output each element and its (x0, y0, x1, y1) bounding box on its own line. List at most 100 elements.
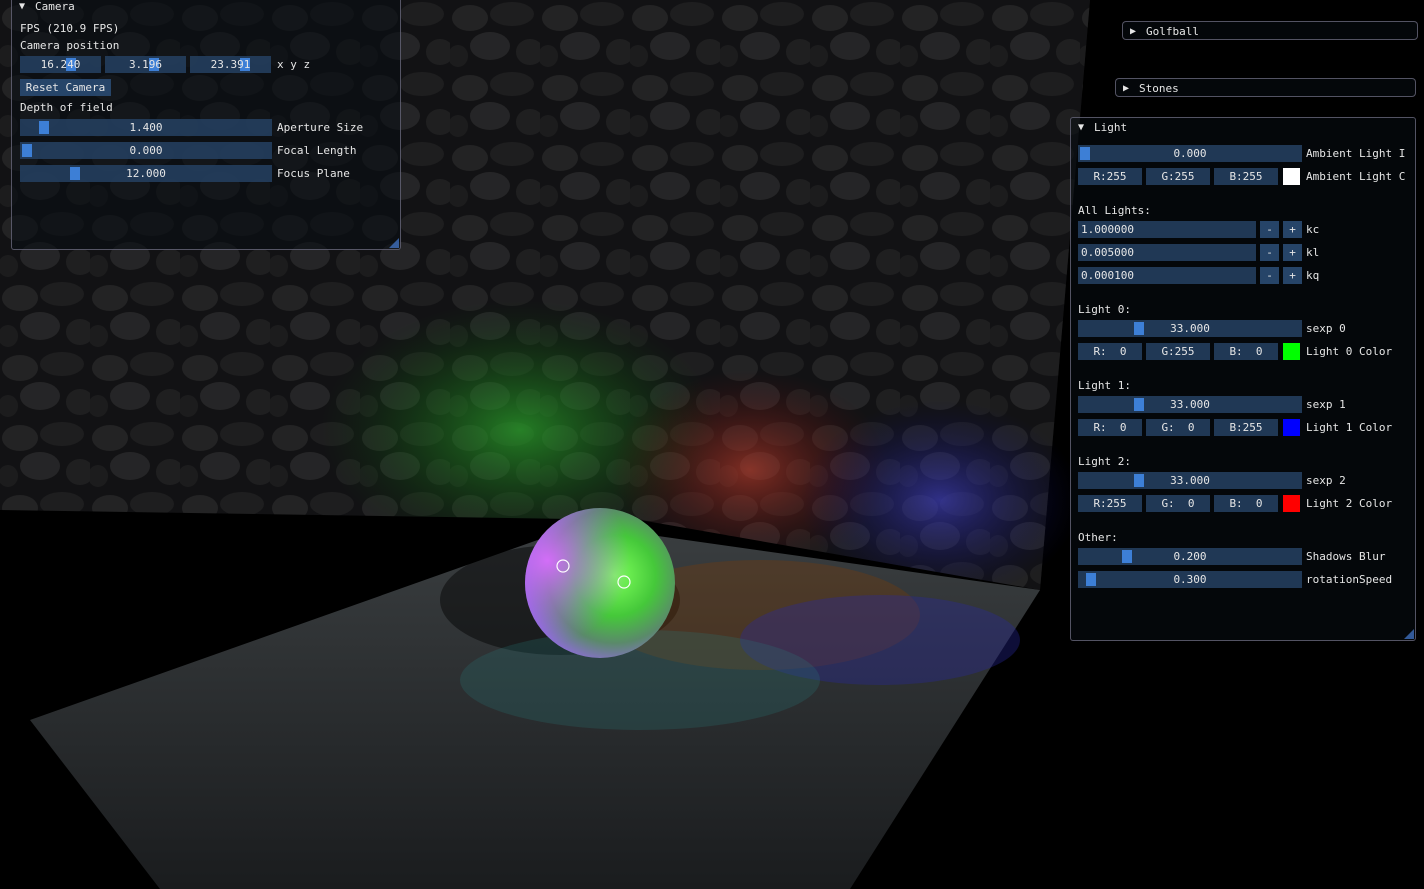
sexp-1-slider[interactable]: 33.000 (1078, 396, 1302, 413)
shadows-blur-slider[interactable]: 0.200 (1078, 548, 1302, 565)
resize-grip-icon[interactable] (1404, 629, 1414, 639)
collapse-triangle-icon[interactable]: ▼ (19, 1, 29, 12)
resize-grip-icon[interactable] (389, 238, 399, 248)
depth-of-field-label: Depth of field (20, 101, 113, 114)
kq-label: kq (1306, 269, 1320, 282)
ambient-g-field[interactable]: G:255 (1146, 168, 1210, 185)
focus-plane-value: 12.000 (126, 167, 166, 180)
camera-position-x-value: 16.240 (40, 58, 81, 71)
light-1-b-value: B:255 (1229, 421, 1263, 434)
light-0-b-value: B: 0 (1229, 345, 1263, 358)
kc-value: 1.000000 (1081, 223, 1134, 236)
ambient-intensity-slider[interactable]: 0.000 (1078, 145, 1302, 162)
sexp-2-label: sexp 2 (1306, 474, 1346, 487)
kq-plus-button[interactable]: + (1283, 267, 1302, 284)
kq-minus-button[interactable]: - (1260, 267, 1279, 284)
sexp-1-label: sexp 1 (1306, 398, 1346, 411)
kc-input[interactable]: 1.000000 (1078, 221, 1256, 238)
kl-minus-button[interactable]: - (1260, 244, 1279, 261)
reset-camera-button[interactable]: Reset Camera (20, 79, 111, 96)
camera-window-title: Camera (35, 0, 75, 13)
light-0-heading: Light 0: (1078, 303, 1131, 316)
light-1-g-field[interactable]: G: 0 (1146, 419, 1210, 436)
all-lights-label: All Lights: (1078, 204, 1151, 217)
kc-label: kc (1306, 223, 1320, 236)
light-2-b-field[interactable]: B: 0 (1214, 495, 1278, 512)
ambient-b-field[interactable]: B:255 (1214, 168, 1278, 185)
camera-position-x-field[interactable]: 16.240 (20, 56, 101, 73)
light-0-g-field[interactable]: G:255 (1146, 343, 1210, 360)
kq-input[interactable]: 0.000100 (1078, 267, 1256, 284)
shadows-blur-label: Shadows Blur (1306, 550, 1386, 563)
light-window[interactable]: ▼ Light 0.000 Ambient Light I R:255 G:25… (1070, 117, 1416, 641)
sexp-0-label: sexp 0 (1306, 322, 1346, 335)
light-1-r-value: R: 0 (1093, 421, 1127, 434)
ambient-color-swatch[interactable] (1283, 168, 1300, 185)
focal-length-value: 0.000 (129, 144, 163, 157)
light-2-r-value: R:255 (1093, 497, 1127, 510)
camera-position-suffix: x y z (277, 58, 311, 71)
light-2-b-value: B: 0 (1229, 497, 1263, 510)
camera-window[interactable]: ▼ Camera FPS (210.9 FPS) Camera position… (11, 0, 401, 250)
shadows-blur-value: 0.200 (1173, 550, 1207, 563)
camera-position-y-field[interactable]: 3.196 (105, 56, 186, 73)
light-window-header[interactable]: ▼ Light (1071, 118, 1415, 137)
kc-minus-button[interactable]: - (1260, 221, 1279, 238)
collapse-triangle-icon[interactable]: ▼ (1078, 122, 1088, 133)
ambient-b-value: B:255 (1229, 170, 1263, 183)
camera-window-header[interactable]: ▼ Camera (12, 0, 400, 15)
light-0-color-label: Light 0 Color (1306, 345, 1393, 358)
light-1-heading: Light 1: (1078, 379, 1131, 392)
ambient-intensity-value: 0.000 (1173, 147, 1207, 160)
expand-triangle-icon[interactable]: ▶ (1123, 83, 1133, 94)
focus-plane-slider[interactable]: 12.000 (20, 165, 272, 182)
kc-plus-button[interactable]: + (1283, 221, 1302, 238)
light-2-g-field[interactable]: G: 0 (1146, 495, 1210, 512)
sexp-2-slider[interactable]: 33.000 (1078, 472, 1302, 489)
focus-plane-label: Focus Plane (277, 167, 350, 180)
camera-position-z-field[interactable]: 23.391 (190, 56, 271, 73)
light-0-color-swatch[interactable] (1283, 343, 1300, 360)
camera-position-z-value: 23.391 (210, 58, 251, 71)
light-1-color-swatch[interactable] (1283, 419, 1300, 436)
camera-position-label: Camera position (20, 39, 120, 52)
light-0-r-field[interactable]: R: 0 (1078, 343, 1142, 360)
stones-window-header[interactable]: ▶ Stones (1116, 79, 1415, 98)
kl-input[interactable]: 0.005000 (1078, 244, 1256, 261)
sexp-2-value: 33.000 (1170, 474, 1210, 487)
light-2-r-field[interactable]: R:255 (1078, 495, 1142, 512)
sexp-0-value: 33.000 (1170, 322, 1210, 335)
rotation-speed-slider[interactable]: 0.300 (1078, 571, 1302, 588)
golfball-window-header[interactable]: ▶ Golfball (1123, 22, 1417, 41)
light-1-r-field[interactable]: R: 0 (1078, 419, 1142, 436)
stones-window[interactable]: ▶ Stones (1115, 78, 1416, 97)
ambient-r-value: R:255 (1093, 170, 1127, 183)
other-heading: Other: (1078, 531, 1118, 544)
light-1-b-field[interactable]: B:255 (1214, 419, 1278, 436)
rotation-speed-label: rotationSpeed (1306, 573, 1393, 586)
light-0-r-value: R: 0 (1093, 345, 1127, 358)
sexp-0-slider[interactable]: 33.000 (1078, 320, 1302, 337)
ambient-r-field[interactable]: R:255 (1078, 168, 1142, 185)
ambient-g-value: G:255 (1161, 170, 1195, 183)
light-2-color-label: Light 2 Color (1306, 497, 1393, 510)
golfball-window[interactable]: ▶ Golfball (1122, 21, 1418, 40)
focal-length-label: Focal Length (277, 144, 357, 157)
aperture-size-label: Aperture Size (277, 121, 364, 134)
light-2-g-value: G: 0 (1161, 497, 1195, 510)
sexp-1-value: 33.000 (1170, 398, 1210, 411)
light-1-g-value: G: 0 (1161, 421, 1195, 434)
light-0-g-value: G:255 (1161, 345, 1195, 358)
light-1-color-label: Light 1 Color (1306, 421, 1393, 434)
light-2-heading: Light 2: (1078, 455, 1131, 468)
focal-length-slider[interactable]: 0.000 (20, 142, 272, 159)
light-2-color-swatch[interactable] (1283, 495, 1300, 512)
light-window-title: Light (1094, 121, 1128, 134)
aperture-size-slider[interactable]: 1.400 (20, 119, 272, 136)
light-0-b-field[interactable]: B: 0 (1214, 343, 1278, 360)
kl-plus-button[interactable]: + (1283, 244, 1302, 261)
stones-window-title: Stones (1139, 82, 1179, 95)
expand-triangle-icon[interactable]: ▶ (1130, 26, 1140, 37)
kq-value: 0.000100 (1081, 269, 1134, 282)
ambient-intensity-label: Ambient Light I (1306, 147, 1406, 160)
